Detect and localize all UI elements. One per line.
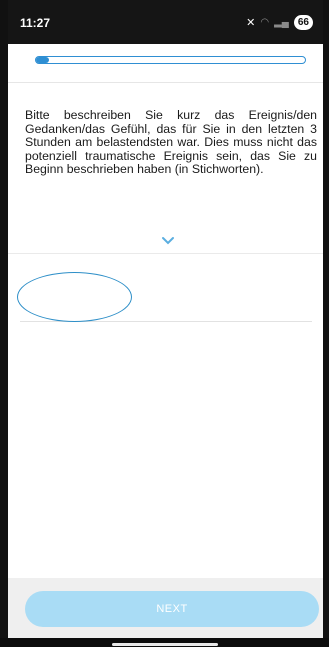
progress-fill [36, 57, 50, 63]
battery-badge: 66 [293, 14, 313, 30]
divider [8, 82, 323, 83]
wifi-icon: ◠ [260, 16, 270, 28]
app-frame [0, 0, 329, 647]
question-text: Bitte beschreiben Sie kurz das Ereignis/… [25, 108, 317, 176]
next-button[interactable]: NEXT [25, 591, 319, 627]
progress-bar [35, 56, 306, 64]
home-indicator[interactable] [112, 643, 218, 646]
mute-icon: ✕ [246, 16, 256, 29]
divider [8, 253, 323, 254]
status-icons: ✕ ◠ ▂▄ 66 [246, 14, 313, 30]
chevron-down-icon[interactable] [161, 236, 175, 246]
answer-input[interactable] [20, 270, 312, 322]
status-time: 11:27 [20, 16, 51, 30]
status-bar: 11:27 ✕ ◠ ▂▄ 66 [8, 0, 323, 44]
signal-icon: ▂▄ [274, 16, 289, 28]
